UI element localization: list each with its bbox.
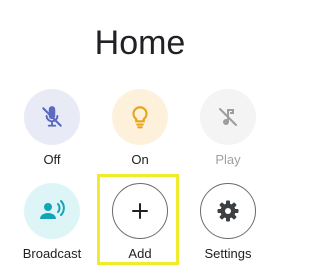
off-circle[interactable] <box>24 89 80 145</box>
play-button[interactable]: Play <box>188 89 268 167</box>
broadcast-person-icon <box>40 200 65 219</box>
lightbulb-icon <box>132 106 148 129</box>
off-button[interactable]: Off <box>12 89 92 167</box>
add-highlight-box <box>97 174 179 265</box>
off-label: Off <box>43 152 61 167</box>
play-label: Play <box>215 152 241 167</box>
settings-label: Settings <box>204 246 252 261</box>
play-circle[interactable] <box>200 89 256 145</box>
on-label: On <box>131 152 149 167</box>
broadcast-button[interactable]: Broadcast <box>12 183 92 261</box>
music-note-off-icon <box>219 108 237 126</box>
broadcast-label: Broadcast <box>22 246 82 261</box>
page-title: Home <box>94 24 186 62</box>
mic-off-icon <box>42 106 62 127</box>
on-circle[interactable] <box>112 89 168 145</box>
on-button[interactable]: On <box>100 89 180 167</box>
gear-icon <box>217 200 239 222</box>
broadcast-circle[interactable] <box>24 183 80 239</box>
settings-button[interactable]: Settings <box>188 183 268 261</box>
settings-circle[interactable] <box>200 183 256 239</box>
